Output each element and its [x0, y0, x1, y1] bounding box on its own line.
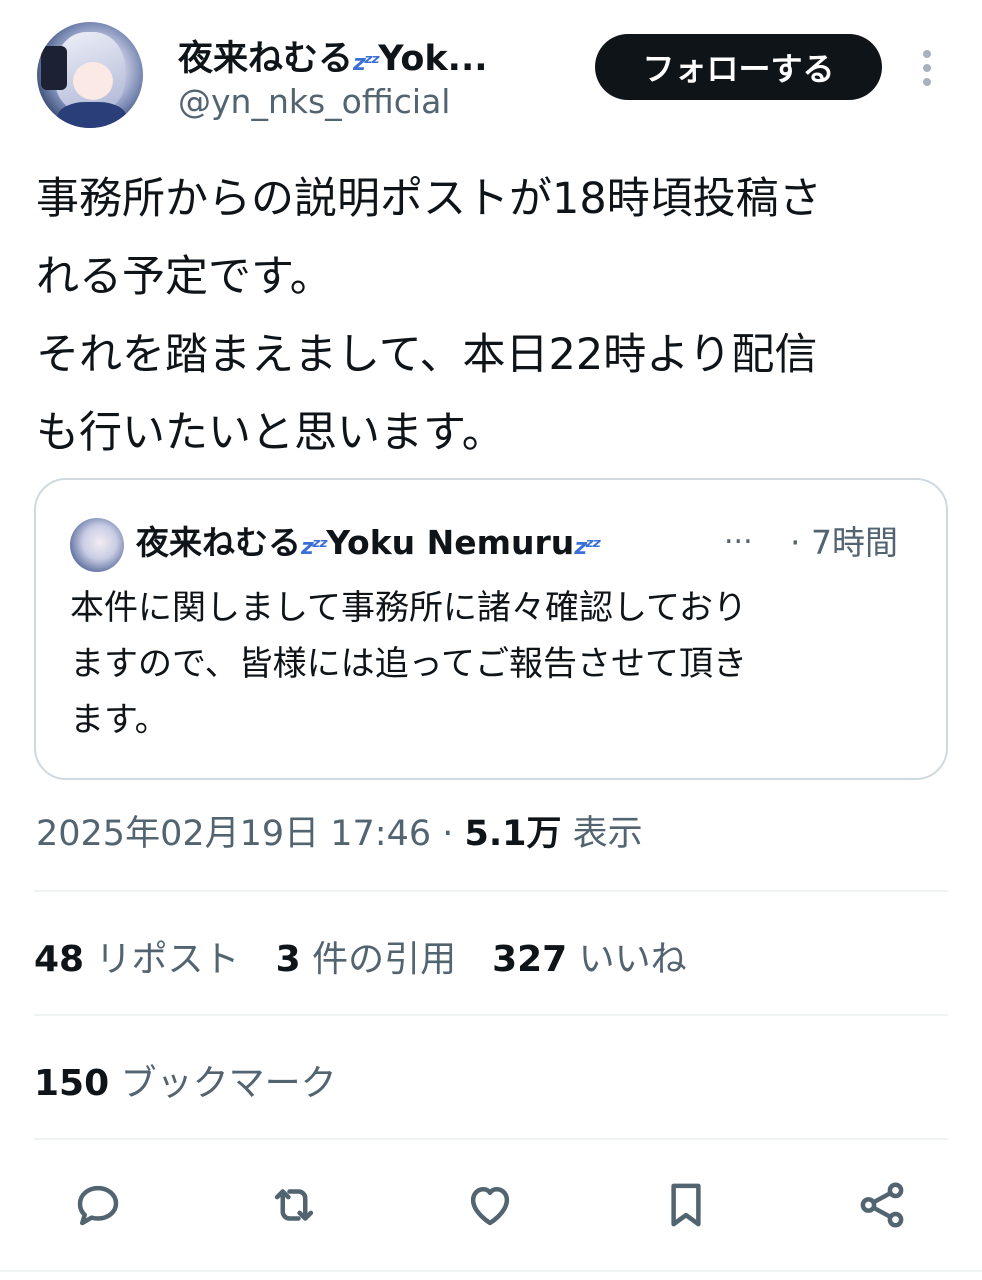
tweet-datetime[interactable]: 2025年02月19日 17:46 · — [36, 814, 465, 854]
like-icon — [470, 1187, 510, 1226]
zzz-emoji-icon: zᶻᶻ — [301, 535, 328, 560]
reposts-label: リポスト — [84, 939, 240, 980]
likes-stat[interactable]: 327 いいね — [492, 930, 687, 982]
reply-icon — [77, 1185, 119, 1226]
divider — [34, 1014, 948, 1016]
quoted-name-text: 夜来ねむる — [136, 523, 301, 562]
divider — [0, 1270, 982, 1272]
quoted-text: 本件に関しまして事務所に諸々確認しており ますので、皆様には追ってご報告させて頂… — [70, 580, 930, 748]
views-label: 表示 — [561, 814, 643, 854]
author-name-text: 夜来ねむる — [178, 39, 354, 79]
avatar-face — [73, 62, 113, 100]
tweet-line: れる予定です。 — [36, 252, 333, 302]
divider — [34, 890, 948, 892]
follow-button[interactable]: フォローする — [595, 34, 882, 100]
bookmark-icon — [671, 1183, 701, 1227]
quotes-count: 3 — [275, 939, 301, 980]
zzz-emoji-icon: zᶻᶻ — [574, 535, 601, 560]
quoted-name-mid: Yoku Nemuru — [326, 523, 575, 562]
avatar-dress — [57, 102, 127, 128]
quoted-line: ます。 — [70, 700, 169, 740]
author-handle[interactable]: @yn_nks_official — [178, 82, 450, 121]
repost-button[interactable] — [264, 1170, 324, 1240]
quotes-stat[interactable]: 3 件の引用 — [276, 930, 457, 982]
quoted-line: ますので、皆様には追ってご報告させて頂き — [70, 644, 747, 684]
tweet-text: 事務所からの説明ポストが18時頃投稿さ れる予定です。 それを踏まえまして、本日… — [36, 160, 956, 472]
repost-icon — [274, 1189, 314, 1221]
quoted-avatar — [70, 518, 124, 572]
more-options-icon[interactable] — [918, 48, 936, 88]
views-count: 5.1万 — [464, 814, 562, 854]
avatar-bow — [41, 46, 67, 90]
engagement-stats: 48 リポスト 3 件の引用 327 いいね — [34, 930, 723, 982]
quoted-author-name: 夜来ねむるzᶻᶻYoku Nemuruzᶻᶻ — [136, 516, 602, 564]
share-icon — [860, 1182, 904, 1228]
quoted-name-ellipsis: ... — [724, 516, 753, 551]
tweet-header: 夜来ねむるzᶻᶻYok... @yn_nks_official フォローする — [0, 0, 982, 150]
bookmarks-stat[interactable]: 150 ブックマーク — [34, 1054, 337, 1106]
tweet-meta: 2025年02月19日 17:46 · 5.1万 表示 — [36, 805, 643, 856]
bookmark-button[interactable] — [656, 1170, 716, 1240]
bookmarks-label: ブックマーク — [109, 1063, 337, 1104]
divider — [34, 1138, 948, 1140]
quoted-tweet[interactable]: 夜来ねむるzᶻᶻYoku Nemuruzᶻᶻ ... · 7時間 本件に関しまし… — [34, 478, 948, 780]
bookmarks-count: 150 — [34, 1063, 110, 1104]
tweet-line: 事務所からの説明ポストが18時頃投稿さ — [36, 174, 822, 224]
tweet-line: それを踏まえまして、本日22時より配信 — [36, 330, 818, 380]
quotes-label: 件の引用 — [300, 939, 457, 980]
likes-label: いいね — [567, 939, 687, 980]
reply-button[interactable] — [68, 1170, 128, 1240]
tweet-line: も行いたいと思います。 — [36, 408, 505, 458]
reposts-stat[interactable]: 48 リポスト — [34, 930, 240, 982]
reposts-count: 48 — [34, 939, 85, 980]
action-bar — [0, 1170, 982, 1240]
author-avatar[interactable] — [37, 22, 143, 128]
author-name[interactable]: 夜来ねむるzᶻᶻYok... — [178, 30, 548, 81]
likes-count: 327 — [492, 939, 568, 980]
zzz-emoji-icon: zᶻᶻ — [353, 51, 380, 76]
quoted-timestamp: · 7時間 — [790, 523, 898, 562]
author-name-suffix: Yok... — [378, 39, 488, 79]
share-button[interactable] — [852, 1170, 912, 1240]
like-button[interactable] — [460, 1170, 520, 1240]
quoted-line: 本件に関しまして事務所に諸々確認しており — [70, 588, 747, 628]
